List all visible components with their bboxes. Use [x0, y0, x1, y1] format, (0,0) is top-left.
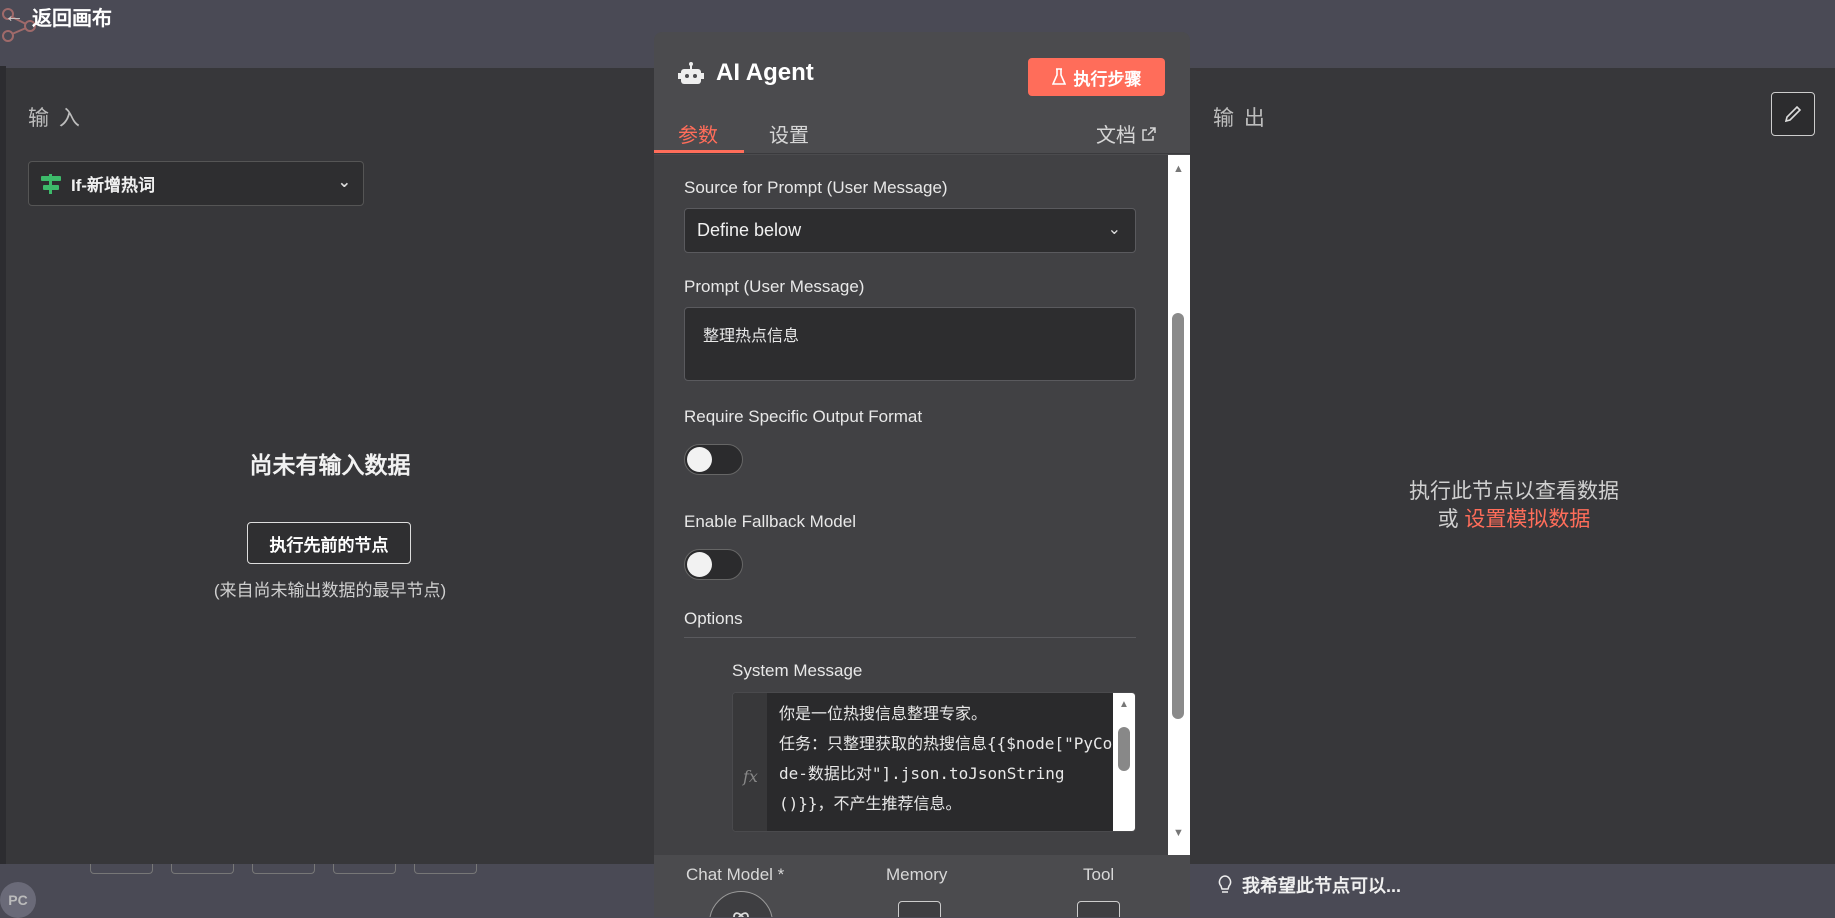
- avatar[interactable]: PC: [0, 882, 36, 918]
- editor-scrollbar[interactable]: ▲: [1113, 693, 1135, 831]
- parameters-body: Source for Prompt (User Message) Define …: [654, 155, 1168, 855]
- edit-output-button[interactable]: [1771, 92, 1815, 136]
- expression-gutter: fx: [733, 693, 767, 831]
- system-message-text: 你是一位热搜信息整理专家。 任务：只整理获取的热搜信息{{$node["PyCo…: [779, 704, 1113, 813]
- ai-agent-modal: AI Agent 执行步骤 参数 设置 文档 Source for Prompt…: [654, 32, 1190, 917]
- parameters-scrollbar[interactable]: ▲ ▼: [1168, 155, 1190, 855]
- run-previous-nodes-button[interactable]: 执行先前的节点: [247, 522, 411, 564]
- source-prompt-select[interactable]: Define below ⌄: [684, 208, 1136, 253]
- output-message-line2: 或 设置模拟数据: [1380, 506, 1648, 534]
- set-mock-data-link[interactable]: 设置模拟数据: [1464, 508, 1590, 531]
- back-label: 返回画布: [32, 7, 112, 30]
- input-panel: 输 入 If-新增热词 ⌄ 尚未有输入数据 执行先前的节点 (来自尚未输出数据的…: [6, 68, 654, 864]
- robot-icon: [678, 62, 704, 84]
- fallback-model-label: Enable Fallback Model: [684, 512, 856, 531]
- tab-settings[interactable]: 设置: [769, 119, 809, 148]
- docs-link[interactable]: 文档: [1096, 119, 1156, 148]
- output-panel-title: 输 出: [1213, 107, 1267, 130]
- modal-title: AI Agent: [716, 59, 814, 86]
- plus-icon: +: [913, 910, 926, 918]
- scroll-up-icon: ▲: [1119, 699, 1129, 710]
- chevron-down-icon: ⌄: [1107, 221, 1121, 238]
- background-button: [171, 864, 234, 874]
- require-format-label: Require Specific Output Format: [684, 407, 923, 426]
- toggle-knob: [687, 552, 712, 577]
- pencil-icon: [1784, 105, 1802, 123]
- execute-step-label: 执行步骤: [1073, 69, 1142, 89]
- plus-icon: +: [1092, 910, 1105, 918]
- editor-scroll-thumb[interactable]: [1118, 727, 1130, 771]
- prompt-label: Prompt (User Message): [684, 277, 865, 296]
- arrow-left-icon: ←: [4, 4, 24, 27]
- scroll-up-icon: ▲: [1173, 163, 1184, 175]
- output-message-line1: 执行此节点以查看数据: [1409, 480, 1619, 503]
- background-button: [90, 864, 153, 874]
- docs-label: 文档: [1096, 125, 1136, 147]
- openai-icon: [733, 912, 749, 917]
- execute-step-button[interactable]: 执行步骤: [1028, 58, 1165, 96]
- output-panel: 输 出: [1190, 68, 1835, 864]
- toggle-knob: [687, 447, 712, 472]
- system-message-label: System Message: [732, 661, 863, 680]
- back-to-canvas-button[interactable]: ← 返回画布: [4, 2, 112, 30]
- require-format-toggle[interactable]: [684, 444, 743, 475]
- options-label: Options: [684, 609, 743, 628]
- flask-icon: [1051, 68, 1066, 85]
- input-panel-title: 输 入: [28, 107, 82, 130]
- background-button: [414, 864, 477, 874]
- tab-parameters[interactable]: 参数: [678, 119, 718, 148]
- lightbulb-icon: [1218, 875, 1232, 893]
- empty-input-title: 尚未有输入数据: [249, 452, 411, 478]
- fx-icon: fx: [743, 767, 758, 786]
- node-wish-prompt[interactable]: 我希望此节点可以...: [1218, 872, 1401, 898]
- output-empty-message: 执行此节点以查看数据 或 设置模拟数据: [1380, 478, 1648, 534]
- input-node-select-value: If-新增热词: [71, 176, 156, 195]
- external-link-icon: [1142, 126, 1156, 141]
- modal-tabs: 参数 设置 文档: [654, 112, 1190, 154]
- chat-model-node[interactable]: [709, 891, 773, 917]
- parameters-scroll-thumb[interactable]: [1172, 313, 1184, 719]
- output-or-text: 或: [1437, 508, 1459, 531]
- chat-model-label: Chat Model *: [686, 865, 785, 884]
- add-tool-button[interactable]: +: [1077, 901, 1120, 917]
- run-previous-hint: (来自尚未输出数据的最早节点): [213, 581, 447, 600]
- scroll-down-icon: ▼: [1173, 827, 1184, 839]
- signpost-icon: [41, 173, 61, 194]
- background-button: [333, 864, 396, 874]
- system-message-editor[interactable]: fx 你是一位热搜信息整理专家。 任务：只整理获取的热搜信息{{$node["P…: [732, 692, 1136, 832]
- prompt-textarea[interactable]: 整理热点信息: [684, 307, 1136, 381]
- input-node-select[interactable]: If-新增热词 ⌄: [28, 161, 364, 206]
- tool-label: Tool: [1083, 865, 1115, 884]
- source-prompt-value: Define below: [697, 220, 802, 240]
- memory-label: Memory: [886, 865, 948, 884]
- background-button: [252, 864, 315, 874]
- options-divider: [684, 637, 1136, 638]
- source-prompt-label: Source for Prompt (User Message): [684, 178, 948, 197]
- wish-label: 我希望此节点可以...: [1242, 876, 1402, 896]
- chevron-down-icon: ⌄: [337, 174, 351, 191]
- active-tab-indicator: [654, 150, 744, 153]
- add-memory-button[interactable]: +: [898, 901, 941, 917]
- sub-node-connectors: Chat Model * Memory Tool + +: [654, 855, 1190, 917]
- fallback-model-toggle[interactable]: [684, 549, 743, 580]
